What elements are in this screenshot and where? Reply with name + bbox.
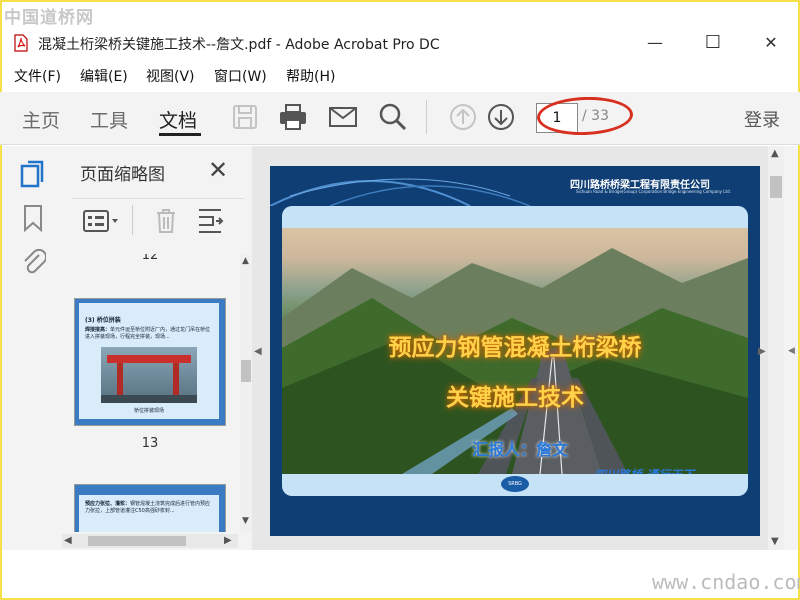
thumbnail-page-13[interactable]: (3) 桥位拼装 焊接接高：单元件运至桥位附近厂内，通过龙门吊在桥位进入拼装现场… [74,298,226,426]
tab-document[interactable]: 文档 [159,106,197,133]
pdf-page: 四川路桥桥梁工程有限责任公司 Sichuan Road & Bridge(Gro… [270,166,760,536]
scroll-down-arrow-icon[interactable]: ▼ [242,516,249,526]
print-icon[interactable] [278,102,308,132]
menu-edit[interactable]: 编辑(E) [80,66,128,86]
attachment-icon[interactable] [20,246,46,276]
navigation-rail [2,146,63,550]
thumbnail-panel: 页面缩略图 ✕ 12 (3) 桥位拼装 焊接接高：单元件运至桥位附近厂内，通过龙… [62,146,253,550]
panel-title: 页面缩略图 [80,165,165,185]
slide-slogan: 四川路桥 通行天下 [594,466,694,474]
scroll-right-arrow-icon[interactable]: ▶ [224,535,232,546]
tab-tools[interactable]: 工具 [90,106,128,133]
email-icon[interactable] [328,102,358,132]
bookmark-icon[interactable] [22,204,44,232]
minimize-button[interactable]: — [640,32,670,54]
title-bar: 混凝土桁梁桥关键施工技术--詹文.pdf - Adobe Acrobat Pro… [0,28,800,60]
menu-view[interactable]: 视图(V) [146,66,195,86]
tab-home[interactable]: 主页 [22,106,60,133]
panel-divider [132,205,133,235]
delete-page-icon[interactable] [154,207,178,235]
doc-scroll-up-icon[interactable]: ▲ [771,148,779,159]
pdf-file-icon [14,34,28,52]
slide-logo: SRBG [501,476,529,492]
thumb-13-lead: 焊接接高： [85,327,111,333]
thumbnail-list: 12 (3) 桥位拼装 焊接接高：单元件运至桥位附近厂内，通过龙门吊在桥位进入拼… [62,254,238,532]
document-view: ◀ 四川路桥桥梁工程有限责任公司 Sichuan Road & Bridge(G… [252,146,768,550]
menu-help[interactable]: 帮助(H) [286,66,335,86]
thumbnail-options-icon[interactable] [82,209,122,233]
slide-company-en: Sichuan Road & Bridge(Group) Corporation… [576,189,731,194]
page-up-icon[interactable] [448,102,478,132]
doc-scroll-thumb[interactable] [770,176,782,198]
doc-scroll-down-icon[interactable]: ▼ [771,536,779,547]
thumbnail-label-12[interactable]: 12 [62,254,238,263]
thumbnail-horizontal-scrollbar[interactable]: ◀ ▶ [62,534,238,548]
thumb-14-lead: 预应力张拉、灌浆： [85,501,131,507]
panel-close-button[interactable]: ✕ [208,156,228,184]
close-button[interactable]: ✕ [756,32,786,54]
toolbar-divider [426,100,427,134]
collapse-left-arrow-icon[interactable]: ◀ [254,346,262,357]
watermark-top: 中国道桥网 [4,8,94,28]
thumb-13-photo [101,347,197,403]
extract-page-icon[interactable] [196,207,224,235]
menu-bar: 文件(F) 编辑(E) 视图(V) 窗口(W) 帮助(H) [0,62,800,88]
menu-file[interactable]: 文件(F) [14,66,61,86]
window-title: 混凝土桁梁桥关键施工技术--詹文.pdf - Adobe Acrobat Pro… [38,37,440,53]
right-pane-edge: ◀ [784,146,798,550]
page-thumbnails-icon[interactable] [20,160,46,190]
slide-photo: 预应力钢管混凝土桁梁桥 关键施工技术 汇报人：詹文 四川路桥 通行天下 [282,228,748,474]
right-pane-toggle-icon[interactable]: ◀ [788,346,795,356]
slide-title-line-2: 关键施工技术 [446,385,584,411]
document-vertical-scrollbar[interactable]: ▲ ▼ [768,146,784,550]
slide-title-line-1: 预应力钢管混凝土桁梁桥 [388,335,642,361]
scroll-up-arrow-icon[interactable]: ▲ [242,256,249,266]
slide-frame: 预应力钢管混凝土桁梁桥 关键施工技术 汇报人：詹文 四川路桥 通行天下 SRBG [282,206,748,496]
thumbnail-scroll-thumb[interactable] [241,360,251,382]
panel-toolbar [72,198,244,239]
menu-window[interactable]: 窗口(W) [214,66,267,86]
toolbar: 主页 工具 文档 登录 [0,92,800,145]
watermark-bottom: www.cndao.com [652,570,800,594]
active-tab-indicator [159,133,201,136]
thumbnail-page-14[interactable]: 预应力张拉、灌浆：钢管混凝土浇筑完成后进行管内预应力张拉，上部管道灌注C50高强… [74,484,226,532]
slide-reporter: 汇报人：詹文 [472,440,569,459]
page-down-icon[interactable] [486,102,516,132]
search-icon[interactable] [378,102,408,132]
save-icon[interactable] [230,102,260,132]
thumbnail-hscroll-thumb[interactable] [88,536,186,546]
thumb-13-caption: 桥位拼装现场 [133,408,164,414]
maximize-button[interactable]: ☐ [698,32,728,54]
thumb-13-heading: (3) 桥位拼装 [85,317,121,324]
collapse-right-arrow-icon[interactable]: ▶ [758,346,766,357]
login-link[interactable]: 登录 [744,106,780,132]
thumbnail-label-13[interactable]: 13 [62,436,238,451]
scroll-left-arrow-icon[interactable]: ◀ [64,535,72,546]
thumbnail-vertical-scrollbar[interactable]: ▲ ▼ [240,254,252,532]
